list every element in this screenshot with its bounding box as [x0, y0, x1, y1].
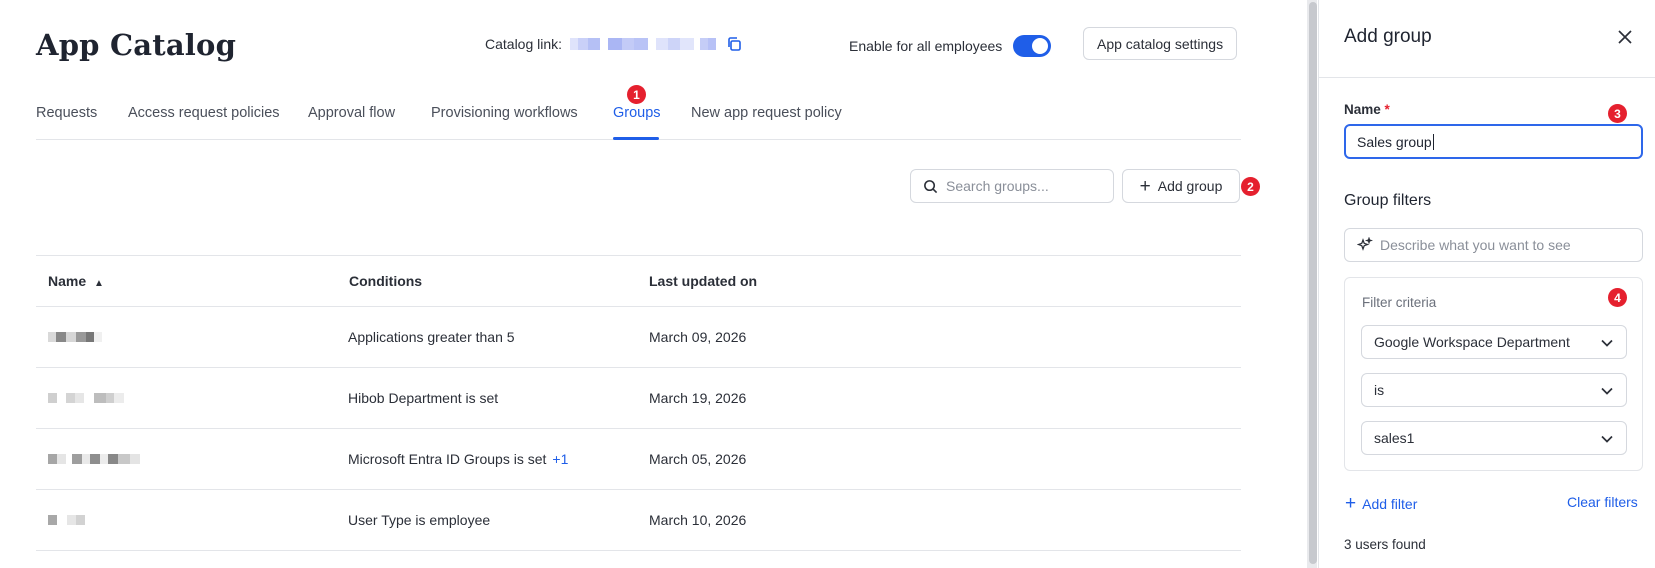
- row-condition: Applications greater than 5: [348, 329, 515, 345]
- sort-asc-icon: ▲: [94, 278, 104, 289]
- filter-operator-value: is: [1374, 382, 1385, 398]
- page-scrollbar-thumb[interactable]: [1309, 2, 1317, 564]
- row-updated: March 10, 2026: [649, 512, 747, 528]
- group-name-value: Sales group: [1357, 133, 1432, 150]
- groups-table: Name ▲ Conditions Last updated on Applic…: [36, 255, 1241, 551]
- main-content: App Catalog Catalog link: Enable for all…: [0, 0, 1300, 568]
- users-found-count: 3 users found: [1344, 537, 1426, 552]
- column-header-conditions: Conditions: [349, 273, 423, 289]
- annotation-badge-4: 4: [1608, 288, 1627, 307]
- filter-operator-select[interactable]: is: [1361, 373, 1627, 407]
- table-row[interactable]: Microsoft Entra ID Groups is set +1 March…: [36, 429, 1241, 490]
- group-name-input[interactable]: Sales group: [1344, 124, 1643, 159]
- chevron-down-icon: [1601, 339, 1613, 347]
- tab-approval-flow[interactable]: Approval flow: [308, 105, 395, 121]
- tab-groups[interactable]: Groups: [613, 105, 661, 121]
- add-group-button[interactable]: + Add group: [1122, 169, 1240, 203]
- annotation-badge-1: 1: [627, 85, 646, 104]
- row-condition: Microsoft Entra ID Groups is set: [348, 451, 547, 467]
- group-name-redacted: [48, 332, 102, 342]
- search-icon: [924, 179, 938, 193]
- add-filter-link[interactable]: + Add filter: [1345, 494, 1417, 513]
- panel-header: Add group: [1319, 0, 1655, 78]
- enable-label: Enable for all employees: [849, 38, 1003, 54]
- plus-icon: +: [1139, 175, 1151, 197]
- tab-requests[interactable]: Requests: [36, 105, 97, 121]
- chevron-down-icon: [1601, 387, 1613, 395]
- tab-new-app-request-policy[interactable]: New app request policy: [691, 105, 842, 121]
- tab-provisioning-workflows[interactable]: Provisioning workflows: [431, 105, 578, 121]
- table-row[interactable]: Hibob Department is set March 19, 2026: [36, 368, 1241, 429]
- filter-field-select[interactable]: Google Workspace Department: [1361, 325, 1627, 359]
- column-header-name[interactable]: Name ▲: [48, 273, 104, 289]
- active-tab-indicator: [613, 137, 659, 140]
- text-caret: [1432, 133, 1434, 150]
- group-filters-title: Group filters: [1344, 192, 1432, 209]
- clear-filters-link[interactable]: Clear filters: [1567, 494, 1638, 510]
- table-row[interactable]: User Type is employee March 10, 2026: [36, 490, 1241, 551]
- more-conditions-link[interactable]: +1: [552, 451, 568, 467]
- group-name-redacted: [48, 515, 85, 525]
- chevron-down-icon: [1601, 435, 1613, 443]
- add-filter-label: Add filter: [1362, 495, 1418, 512]
- row-updated: March 19, 2026: [649, 390, 747, 406]
- group-name-redacted: [48, 454, 140, 464]
- filter-value-select[interactable]: sales1: [1361, 421, 1627, 455]
- search-groups-input[interactable]: Search groups...: [910, 169, 1114, 203]
- annotation-badge-3: 3: [1608, 104, 1627, 123]
- filter-field-value: Google Workspace Department: [1374, 334, 1570, 350]
- app-catalog-settings-button[interactable]: App catalog settings: [1083, 27, 1238, 60]
- page-title: App Catalog: [36, 28, 237, 62]
- add-group-label: Add group: [1157, 178, 1223, 194]
- ai-filter-input[interactable]: Describe what you want to see: [1344, 228, 1643, 262]
- table-row[interactable]: Applications greater than 5 March 09, 20…: [36, 307, 1241, 368]
- search-placeholder: Search groups...: [946, 178, 1049, 194]
- panel-title: Add group: [1344, 26, 1432, 47]
- catalog-link-label: Catalog link:: [485, 36, 563, 52]
- required-marker: *: [1384, 102, 1390, 117]
- row-updated: March 09, 2026: [649, 329, 747, 345]
- table-header: Name ▲ Conditions Last updated on: [36, 255, 1241, 307]
- column-header-last-updated: Last updated on: [649, 273, 758, 289]
- enable-all-employees: Enable for all employees: [849, 35, 1052, 57]
- sparkle-icon: [1357, 237, 1373, 251]
- filter-criteria-label: Filter criteria: [1362, 295, 1437, 310]
- filter-value-value: sales1: [1374, 430, 1415, 446]
- copy-icon[interactable]: [726, 36, 742, 52]
- tab-bar: Requests Access request policies Approva…: [36, 98, 1241, 140]
- tab-access-request-policies[interactable]: Access request policies: [128, 105, 280, 121]
- plus-icon: +: [1345, 493, 1357, 514]
- row-condition-cell: Microsoft Entra ID Groups is set +1: [348, 451, 568, 467]
- catalog-link: Catalog link:: [485, 35, 742, 53]
- row-condition: User Type is employee: [348, 512, 491, 528]
- group-name-redacted: [48, 393, 124, 403]
- ai-filter-placeholder: Describe what you want to see: [1380, 237, 1571, 253]
- catalog-link-url[interactable]: [570, 35, 717, 53]
- close-icon[interactable]: [1617, 29, 1633, 45]
- add-group-panel: Add group Name * 3 Sales group Group fil…: [1318, 0, 1655, 568]
- filter-criteria-box: Filter criteria 4 Google Workspace Depar…: [1344, 277, 1643, 471]
- annotation-badge-2: 2: [1241, 177, 1260, 196]
- row-condition: Hibob Department is set: [348, 390, 499, 406]
- enable-toggle[interactable]: [1013, 35, 1052, 57]
- name-label: Name *: [1344, 102, 1390, 117]
- row-updated: March 05, 2026: [649, 451, 747, 467]
